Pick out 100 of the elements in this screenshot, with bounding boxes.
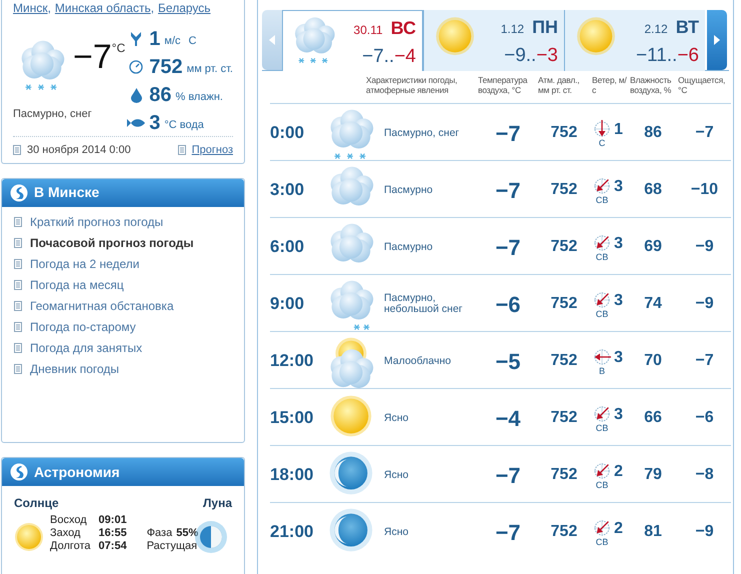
stat-unit: °C вода xyxy=(164,118,204,133)
condition-cell-text: Пасмурно, снег xyxy=(383,128,460,138)
column-header: Ветер, м/с xyxy=(592,75,628,97)
temperature-cell-text: −7 xyxy=(494,176,522,204)
wind-compass-icon xyxy=(592,176,612,196)
document-icon xyxy=(14,258,22,268)
current-temperature: −7 xyxy=(73,40,112,74)
humidity-cell-text: 74 xyxy=(643,294,663,314)
day-date: 2.12 xyxy=(644,21,668,38)
stat-unit: мм рт. ст. xyxy=(186,62,233,77)
pressure-cell-text: 752 xyxy=(550,123,578,143)
location-link[interactable]: Минск xyxy=(13,0,48,17)
time-cell-text: 0:00 xyxy=(270,122,306,144)
location-link[interactable]: Минская область xyxy=(54,0,151,17)
stat-value: 86 xyxy=(149,83,172,108)
sun-time-value: 16:55 xyxy=(98,527,127,540)
column-header: Температура воздуха, °C xyxy=(478,75,528,97)
menu-item[interactable]: Погода на 2 недели xyxy=(30,254,140,272)
temperature-unit: °C xyxy=(112,40,126,57)
time-cell-text: 18:00 xyxy=(270,464,314,486)
phase-name: Растущая xyxy=(146,540,198,554)
wind-compass-icon xyxy=(592,518,612,538)
logo-icon xyxy=(10,184,28,202)
day-low-temperature: −9.. xyxy=(504,44,536,68)
gauge-icon xyxy=(129,60,144,74)
condition-cell-text: Пасмурно, небольшой снег xyxy=(383,293,464,315)
menu-item[interactable]: Краткий прогноз погоды xyxy=(30,212,164,230)
fish-icon xyxy=(127,118,146,128)
day-name: ВТ xyxy=(676,16,699,39)
arrow-down-icon xyxy=(131,32,142,46)
document-icon xyxy=(14,364,22,374)
wind-direction: СВ xyxy=(596,196,608,204)
time-cell-text: 3:00 xyxy=(270,179,306,202)
wind-speed-cell-text: 1 xyxy=(614,120,623,140)
column-header: Ощущается, °C xyxy=(678,75,726,97)
pressure-cell-text: 752 xyxy=(550,408,578,428)
document-icon xyxy=(14,342,22,352)
sun-time-label: Заход xyxy=(50,527,82,540)
day-low-temperature: −7.. xyxy=(362,45,394,69)
time-cell-text: 21:00 xyxy=(270,521,314,544)
document-icon xyxy=(178,145,186,156)
feels-like-cell-text: −9 xyxy=(694,522,715,542)
column-header: Атм. давл., мм рт. ст. xyxy=(538,75,580,97)
feels-like-cell-text: −7 xyxy=(694,351,715,371)
stat-value: 752 xyxy=(149,55,183,80)
day-date: 30.11 xyxy=(354,22,383,39)
column-header: Влажность воздуха, % xyxy=(630,75,672,97)
next-day-button[interactable] xyxy=(707,10,727,70)
sun-icon xyxy=(14,522,44,552)
moon-label: Луна xyxy=(202,495,232,512)
pressure-cell-text: 752 xyxy=(550,294,578,314)
menu-item[interactable]: Дневник погоды xyxy=(30,360,120,378)
chevron-left-icon xyxy=(269,35,275,45)
sun-time-label: Долгота xyxy=(50,540,91,554)
humidity-cell-text: 69 xyxy=(643,237,663,257)
stat-value: 1 xyxy=(149,27,160,52)
sun-time-value: 09:01 xyxy=(98,514,127,528)
menu-item[interactable]: Погода по-старому xyxy=(30,318,136,336)
panel-title: В Минске xyxy=(34,183,100,202)
wind-compass-icon xyxy=(592,118,612,138)
day-tab[interactable]: 30.11 ВС −7..−4 xyxy=(282,10,423,71)
wind-direction: СВ xyxy=(596,538,608,546)
temperature-cell-text: −7 xyxy=(494,234,522,262)
separator: , xyxy=(150,0,154,17)
day-high-temperature: −4 xyxy=(394,45,416,69)
pressure-cell-text: 752 xyxy=(550,180,578,200)
wind-direction: С xyxy=(598,138,606,148)
condition-cell-text: Малооблачно xyxy=(383,356,452,366)
forecast-link[interactable]: Прогноз xyxy=(192,142,233,158)
feels-like-cell-text: −7 xyxy=(694,123,715,143)
humidity-cell-text: 86 xyxy=(643,123,663,143)
menu-item[interactable]: Геомагнитная обстановка xyxy=(30,296,174,314)
day-name: ПН xyxy=(532,16,558,39)
wind-compass-icon xyxy=(592,290,612,310)
menu-item[interactable]: Погода для занятых xyxy=(30,338,142,356)
day-high-temperature: −6 xyxy=(677,44,699,68)
humidity-cell-text: 70 xyxy=(643,351,663,371)
sun-label: Солнце xyxy=(14,495,59,512)
menu-item[interactable]: Почасовой прогноз погоды xyxy=(30,234,194,252)
document-icon xyxy=(14,280,22,290)
temperature-cell-text: −7 xyxy=(494,462,522,490)
temperature-cell-text: −6 xyxy=(494,290,522,318)
condition-cell-text: Ясно xyxy=(383,526,410,538)
condition-cell-text: Ясно xyxy=(383,470,410,480)
day-tab[interactable]: 2.12 ВТ −11..−6 xyxy=(564,10,705,71)
menu-item[interactable]: Погода на месяц xyxy=(30,276,124,294)
day-name: ВС xyxy=(390,17,416,40)
wind-direction: В xyxy=(598,366,605,376)
location-link[interactable]: Беларусь xyxy=(158,0,211,17)
day-tab[interactable]: 1.12 ПН −9..−3 xyxy=(423,10,564,71)
document-icon xyxy=(13,145,21,156)
feels-like-cell-text: −9 xyxy=(694,237,715,257)
time-cell-text: 12:00 xyxy=(270,350,314,372)
wind-direction: СВ xyxy=(596,424,608,432)
document-icon xyxy=(14,216,22,226)
logo-icon xyxy=(10,463,28,482)
pressure-cell-text: 752 xyxy=(550,465,578,485)
temperature-cell-text: −5 xyxy=(494,348,522,376)
stat-value: 3 xyxy=(149,111,160,136)
phase-label: Фаза xyxy=(146,527,172,540)
